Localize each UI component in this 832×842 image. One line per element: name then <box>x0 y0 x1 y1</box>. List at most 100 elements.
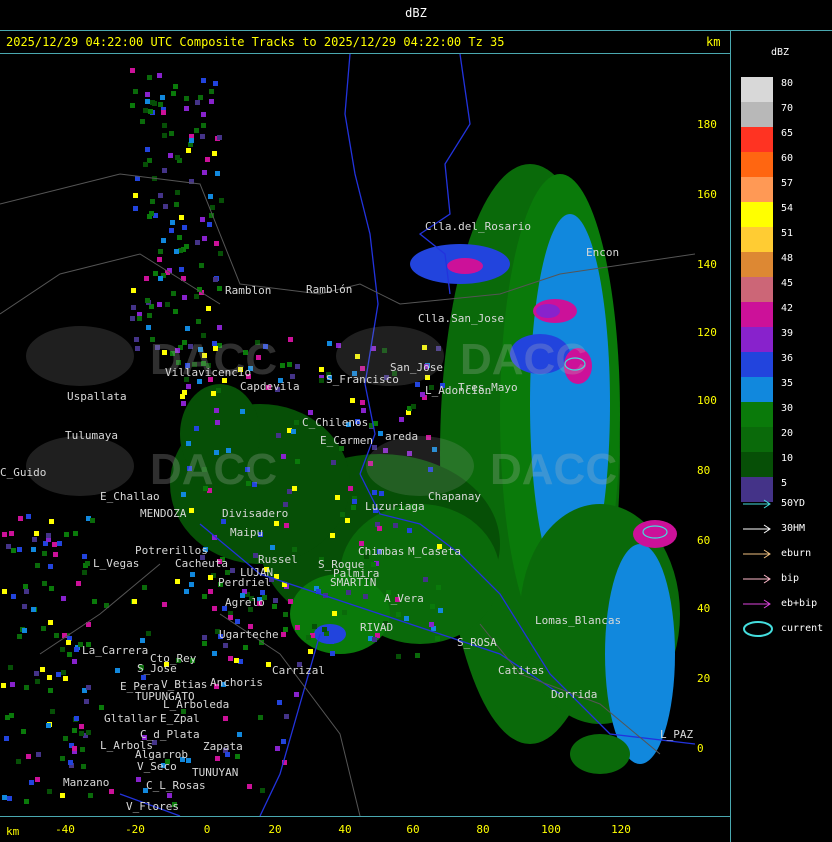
radar-echo <box>633 520 677 548</box>
radar-pixel <box>22 604 27 609</box>
place-label: E_Zpal <box>160 712 200 725</box>
scale-level-label: 39 <box>781 328 794 339</box>
radar-pixel <box>1 683 6 688</box>
radar-pixel <box>174 249 179 254</box>
scale-swatch <box>741 177 773 202</box>
y-tick-label: 40 <box>697 602 711 615</box>
radar-pixel <box>196 319 201 324</box>
x-tick-label: 20 <box>268 823 282 836</box>
radar-pixel <box>436 585 441 590</box>
radar-pixel <box>208 575 213 580</box>
radar-pixel <box>6 544 11 549</box>
scale-level-label: 57 <box>781 178 794 189</box>
radar-pixel <box>407 528 412 533</box>
radar-pixel <box>86 730 91 735</box>
scale-level-label: 5 <box>781 478 788 489</box>
radar-pixel <box>189 138 194 143</box>
place-label: Maipu <box>230 526 264 539</box>
radar-pixel <box>34 671 39 676</box>
place-label: L_Adoncion <box>425 384 492 397</box>
radar-pixel <box>85 561 90 566</box>
scale-swatch <box>741 427 773 452</box>
radar-pixel <box>82 554 87 559</box>
radar-pixel <box>247 784 252 789</box>
place-label: Agrelo <box>225 596 265 609</box>
radar-pixel <box>79 731 84 736</box>
x-tick-label: 120 <box>611 823 631 836</box>
radar-pixel <box>217 325 222 330</box>
radar-echo <box>447 258 483 274</box>
radar-pixel <box>170 220 175 225</box>
radar-pixel <box>206 306 211 311</box>
radar-pixel <box>145 147 150 152</box>
radar-pixel <box>160 95 165 100</box>
radar-pixel <box>284 523 289 528</box>
radar-pixel <box>54 633 59 638</box>
radar-pixel <box>169 228 174 233</box>
scale-swatch <box>741 402 773 427</box>
radar-pixel <box>215 420 220 425</box>
watermark-text: DACC <box>150 445 277 494</box>
radar-pixel <box>319 367 324 372</box>
radar-map[interactable]: DACC DACC DACC DACC Clla.del_Rosario Encon Ra… <box>0 54 695 816</box>
radar-pixel <box>281 454 286 459</box>
radar-pixel <box>175 190 180 195</box>
radar-pixel <box>288 599 293 604</box>
y-tick-label: 80 <box>697 464 711 477</box>
scale-swatch <box>741 227 773 252</box>
radar-pixel <box>137 316 142 321</box>
radar-pixel <box>56 672 61 677</box>
radar-pixel <box>379 491 384 496</box>
scale-swatch <box>741 352 773 377</box>
radar-pixel <box>53 552 58 557</box>
radar-pixel <box>202 236 207 241</box>
radar-pixel <box>10 682 15 687</box>
radar-pixel <box>173 309 178 314</box>
radar-pixel <box>131 305 136 310</box>
radar-pixel <box>219 498 224 503</box>
place-label: L_PAZ <box>660 728 694 741</box>
radar-pixel <box>217 286 222 291</box>
radar-pixel <box>396 654 401 659</box>
scale-swatch <box>741 77 773 102</box>
track-arrow-icon <box>741 520 775 538</box>
radar-pixel <box>308 649 313 654</box>
place-label: Chapanay <box>428 490 481 503</box>
radar-pixel <box>415 653 420 658</box>
radar-pixel <box>147 75 152 80</box>
radar-pixel <box>52 542 57 547</box>
radar-pixel <box>134 337 139 342</box>
radar-pixel <box>74 716 79 721</box>
radar-pixel <box>186 148 191 153</box>
radar-pixel <box>415 382 420 387</box>
radar-pixel <box>283 627 288 632</box>
place-label: Potrerillos <box>135 544 208 557</box>
radar-pixel <box>319 378 324 383</box>
radar-pixel <box>275 746 280 751</box>
radar-pixel <box>180 394 185 399</box>
x-tick-label: 40 <box>338 823 352 836</box>
x-tick-label: 60 <box>406 823 420 836</box>
place-label: V_Btias <box>161 678 208 691</box>
radar-pixel <box>329 639 334 644</box>
radar-pixel <box>88 793 93 798</box>
radar-pixel <box>36 752 41 757</box>
radar-pixel <box>34 531 39 536</box>
radar-pixel <box>240 409 245 414</box>
scale-level-label: 65 <box>781 128 794 139</box>
radar-pixel <box>17 634 22 639</box>
radar-pixel <box>186 384 191 389</box>
radar-pixel <box>22 628 27 633</box>
radar-pixel <box>234 658 239 663</box>
radar-pixel <box>335 495 340 500</box>
y-tick-label: 160 <box>697 188 717 201</box>
place-label: E_Challao <box>100 490 160 503</box>
x-tick-label: 100 <box>541 823 561 836</box>
place-label: MENDOZA <box>140 507 187 520</box>
radar-pixel <box>207 222 212 227</box>
scale-swatch <box>741 277 773 302</box>
scale-level-label: 10 <box>781 453 794 464</box>
radar-pixel <box>67 652 72 657</box>
road-line <box>0 253 221 315</box>
radar-pixel <box>212 606 217 611</box>
